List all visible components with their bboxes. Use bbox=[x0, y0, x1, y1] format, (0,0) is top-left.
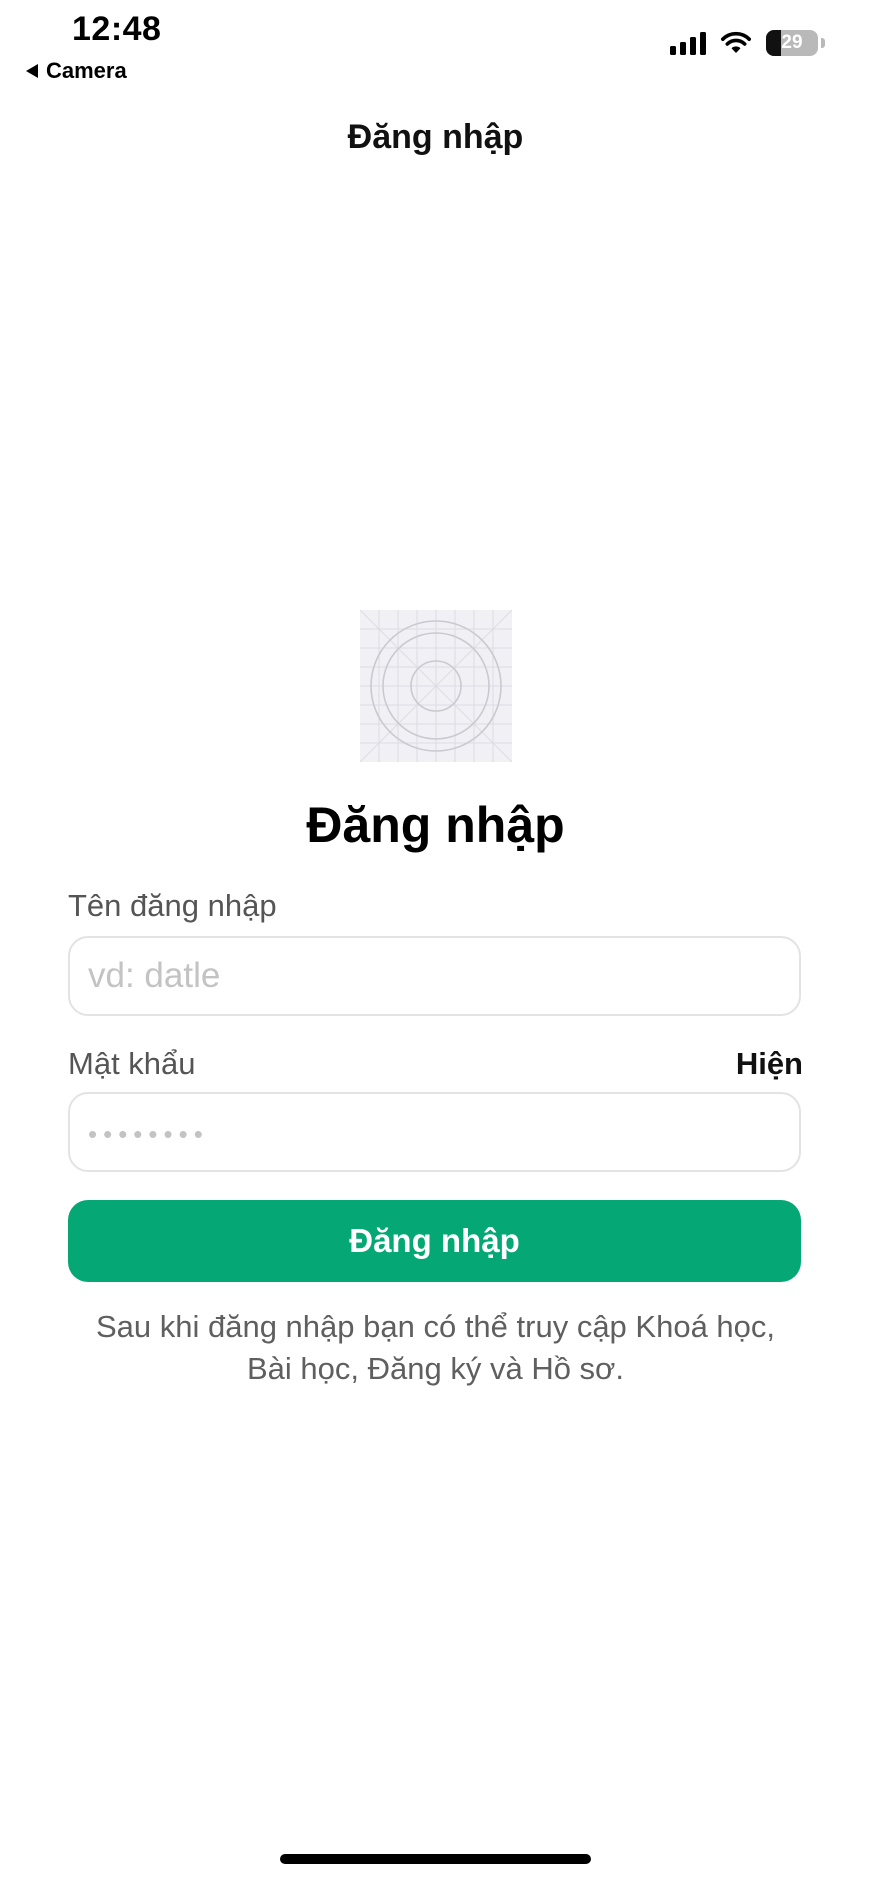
username-label: Tên đăng nhập bbox=[68, 888, 277, 923]
battery-fill bbox=[766, 30, 782, 56]
username-input[interactable] bbox=[68, 936, 801, 1016]
back-to-camera-link[interactable]: Camera bbox=[26, 58, 127, 84]
back-app-label: Camera bbox=[46, 58, 127, 83]
battery-cap bbox=[821, 38, 825, 48]
nav-title: Đăng nhập bbox=[347, 118, 524, 156]
signal-icon bbox=[670, 31, 706, 55]
show-password-toggle[interactable]: Hiện bbox=[736, 1046, 803, 1082]
login-heading: Đăng nhập bbox=[306, 797, 565, 853]
home-indicator[interactable] bbox=[280, 1854, 591, 1864]
app-logo-placeholder-icon bbox=[360, 610, 512, 762]
login-note: Sau khi đăng nhập bạn có thể truy cập Kh… bbox=[95, 1309, 776, 1386]
battery-percent: 29 bbox=[781, 32, 803, 53]
back-arrow-icon bbox=[26, 64, 38, 78]
wifi-icon bbox=[721, 31, 751, 53]
battery-icon: 29 bbox=[766, 30, 818, 56]
password-label: Mật khẩu bbox=[68, 1046, 196, 1081]
password-input[interactable] bbox=[68, 1092, 801, 1172]
status-time: 12:48 bbox=[72, 10, 162, 48]
login-button[interactable]: Đăng nhập bbox=[68, 1200, 801, 1282]
status-indicators: 29 bbox=[670, 30, 825, 56]
